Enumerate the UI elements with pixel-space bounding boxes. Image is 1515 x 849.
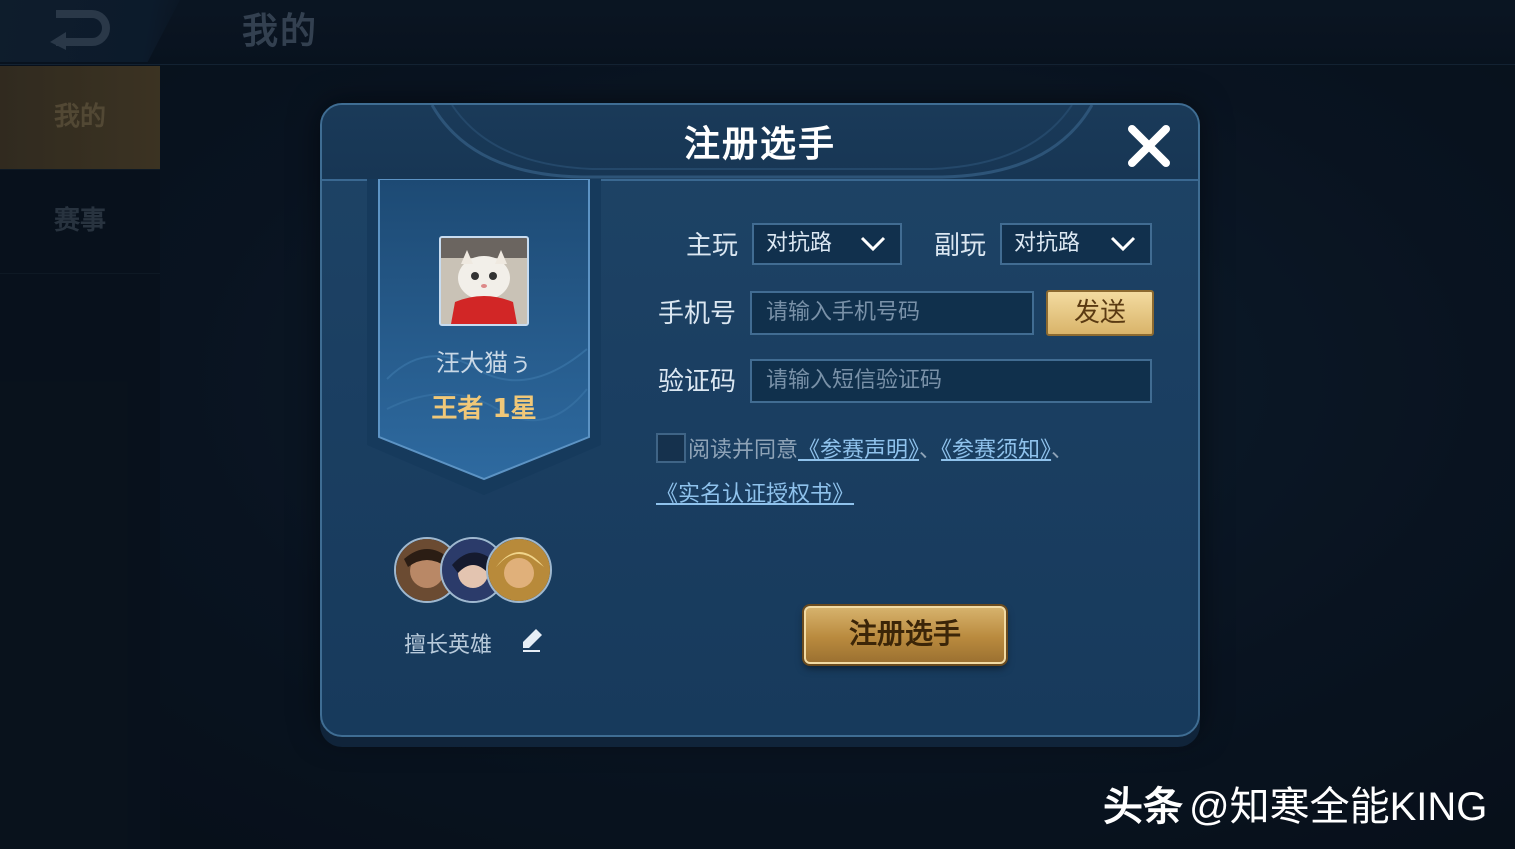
player-name: 汪大猫ぅ [436, 349, 532, 377]
agree-line: 阅读并同意《参赛声明》、《参赛须知》、 [688, 432, 1073, 464]
edit-icon[interactable] [520, 627, 544, 655]
main-role-label: 主玩 [686, 231, 739, 261]
agree-line-2: 《实名认证授权书》 [656, 476, 854, 508]
sub-role-label: 副玩 [934, 231, 987, 261]
link-notice[interactable]: 《参赛须知》 [941, 438, 1051, 463]
close-button[interactable] [1124, 121, 1174, 171]
separator: 、 [1051, 438, 1074, 463]
phone-label: 手机号 [658, 299, 737, 329]
skilled-heroes[interactable] [394, 537, 554, 603]
agree-checkbox[interactable] [656, 433, 686, 463]
screen: 我的 我的 赛事 注册选手 汪大猫ぅ 王者 1星 擅长英雄 主玩 对抗路 副玩 … [0, 0, 1515, 849]
dialog-title: 注册选手 [683, 124, 836, 165]
watermark-handle: @知寒全能KING [1189, 785, 1488, 829]
link-declaration[interactable]: 《参赛声明》 [798, 438, 919, 463]
cat-avatar-image [441, 238, 527, 324]
link-real-name-auth[interactable]: 《实名认证授权书》 [656, 482, 854, 507]
sub-role-select[interactable]: 对抗路 [1000, 223, 1152, 265]
register-button[interactable]: 注册选手 [804, 606, 1006, 664]
code-input[interactable]: 请输入短信验证码 [750, 359, 1152, 403]
main-role-value: 对抗路 [766, 231, 833, 256]
chevron-down-icon [1110, 236, 1136, 252]
chevron-down-icon [860, 236, 886, 252]
send-code-button[interactable]: 发送 [1046, 290, 1154, 336]
profile-banner [367, 179, 601, 495]
dialog-header: 注册选手 [322, 105, 1198, 181]
avatar [439, 236, 529, 326]
close-icon [1128, 125, 1170, 167]
code-label: 验证码 [658, 367, 737, 397]
player-rank: 王者 1星 [431, 394, 537, 424]
agree-text: 阅读并同意 [688, 438, 799, 463]
watermark-brand: 头条 [1103, 785, 1183, 829]
hero-avatar [486, 537, 552, 603]
main-role-select[interactable]: 对抗路 [752, 223, 902, 265]
register-dialog: 注册选手 汪大猫ぅ 王者 1星 擅长英雄 主玩 对抗路 副玩 对抗路 手机号 请… [320, 103, 1200, 737]
sub-role-value: 对抗路 [1014, 231, 1081, 256]
phone-input[interactable]: 请输入手机号码 [750, 291, 1034, 335]
watermark: 头条 @知寒全能KING [1103, 774, 1487, 832]
skilled-heroes-label: 擅长英雄 [404, 633, 493, 658]
separator: 、 [919, 438, 942, 463]
